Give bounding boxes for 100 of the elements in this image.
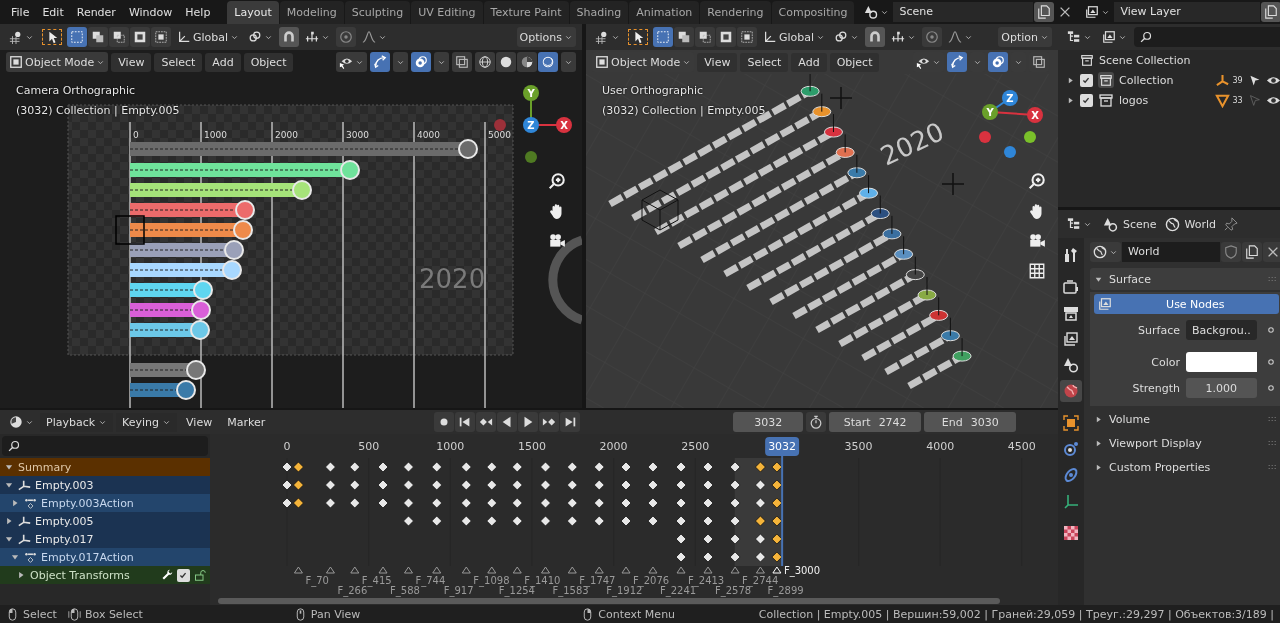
number-field[interactable]: 1.000 <box>1186 378 1257 398</box>
workspace-tab[interactable]: Compositing <box>771 1 855 24</box>
year-label: 2020 <box>875 116 949 172</box>
marker-label[interactable]: F_1583 <box>552 585 589 596</box>
menu-item[interactable]: Select <box>154 52 203 72</box>
frame-number: 2000 <box>599 440 628 453</box>
marker-label[interactable]: F_1098 <box>473 575 510 586</box>
menu-item[interactable]: Render <box>70 2 122 22</box>
panel-header[interactable]: Custom Properties <box>1090 456 1280 478</box>
panel-header[interactable]: Surface <box>1090 268 1280 290</box>
axis-ball[interactable]: X <box>556 117 572 133</box>
marker-label[interactable]: F_1747 <box>579 575 616 586</box>
channel-name: Empty.003 <box>35 478 95 492</box>
workspace-tab[interactable]: Layout <box>227 1 279 24</box>
channel-name: Object Transforms <box>30 568 131 582</box>
marker-label[interactable]: F_2413 <box>688 575 725 586</box>
menu-item[interactable]: Select <box>740 52 789 72</box>
scale-label: 0 <box>133 130 139 140</box>
playhead-indicator[interactable]: 3032 <box>765 437 800 456</box>
marker-label[interactable]: F_2899 <box>767 585 804 596</box>
channel-name: Empty.017 <box>35 532 95 546</box>
marker-label[interactable]: F_588 <box>390 585 420 596</box>
options-dropdown[interactable]: Options <box>516 27 576 47</box>
menu-item[interactable]: Marker <box>221 412 272 432</box>
field-label: Surface <box>1137 323 1180 337</box>
options-dropdown[interactable]: Option <box>998 27 1052 47</box>
axis-ball[interactable]: Z <box>523 117 539 133</box>
menu-item[interactable]: Window <box>122 2 179 22</box>
workspace-tab[interactable]: Sculpting <box>344 1 411 24</box>
workspace-tab[interactable]: Shading <box>569 1 629 24</box>
menu-item[interactable]: Help <box>179 2 217 22</box>
panel-header[interactable]: Viewport Display <box>1090 432 1280 454</box>
channel-row[interactable]: Object Transforms <box>0 566 210 584</box>
context-breadcrumb[interactable]: Scene <box>1103 216 1157 232</box>
collection-name[interactable]: logos <box>1119 93 1211 107</box>
marker-label[interactable]: F_917 <box>443 585 474 596</box>
shader-dropdown[interactable]: Backgrou.. <box>1186 320 1257 340</box>
workspace-tab[interactable]: Rendering <box>700 1 771 24</box>
scene-statistics: Collection | Empty.005 | Вершин:59,002 | Граней:29,059 | Треуг.:29,297 | Объектов:3/189 | <box>758 607 1274 621</box>
menu-item[interactable]: File <box>5 2 36 22</box>
world-name-field[interactable]: World <box>1122 242 1220 262</box>
frame-number: 0 <box>283 440 291 453</box>
marker-label[interactable]: F_2076 <box>633 575 670 586</box>
current-frame-field[interactable]: 3032 <box>733 412 804 432</box>
marker-label[interactable]: F_415 <box>361 575 392 586</box>
channel-row[interactable]: Empty.017 <box>0 530 210 548</box>
marker-label[interactable]: F_1410 <box>524 575 561 586</box>
workspace-tab[interactable]: Texture Paint <box>483 1 569 24</box>
collection-name[interactable]: Scene Collection <box>1099 53 1280 67</box>
marker-label[interactable]: F_1912 <box>606 585 643 596</box>
object-count: 39 <box>1232 75 1243 85</box>
view-layer-name-field[interactable]: View Layer <box>1114 2 1261 22</box>
menu-item[interactable]: Object <box>829 52 880 72</box>
scale-label: 1000 <box>204 130 227 140</box>
marker-label[interactable]: F_744 <box>415 575 446 586</box>
mode-dropdown[interactable]: Object Mode <box>6 52 109 72</box>
marker-label[interactable]: F_2744 <box>742 575 779 586</box>
marker-label[interactable]: F_2578 <box>715 585 752 596</box>
channel-row[interactable]: Empty.017Action <box>0 548 210 566</box>
menu-item[interactable]: Object <box>243 52 294 72</box>
marker-label[interactable]: F_70 <box>305 575 329 586</box>
scale-label: 4000 <box>417 130 440 140</box>
scene-name-field[interactable]: Scene <box>893 2 1034 22</box>
start-frame-field[interactable]: Start 2742 <box>829 412 922 432</box>
workspace-tab[interactable]: UV Editing <box>411 1 483 24</box>
menu-item[interactable]: View <box>697 52 738 72</box>
menu-item[interactable]: Edit <box>36 2 70 22</box>
workspace-tab[interactable]: Modeling <box>279 1 344 24</box>
panel-header[interactable]: Volume <box>1090 408 1280 430</box>
orientation-dropdown[interactable]: Global <box>760 27 829 47</box>
collection-name[interactable]: Collection <box>1119 73 1211 87</box>
view-name: Camera Orthographic <box>16 84 136 97</box>
hint-label: Pan View <box>310 607 361 621</box>
frame-number: 500 <box>358 440 380 453</box>
use-nodes-button[interactable]: Use Nodes <box>1094 294 1279 314</box>
marker-label[interactable]: F_266 <box>337 585 368 596</box>
channel-row[interactable]: Empty.003 <box>0 476 210 494</box>
marker-label[interactable]: F_1254 <box>498 585 535 596</box>
channel-name: Summary <box>18 460 73 474</box>
channel-name: Empty.017Action <box>41 550 135 564</box>
marker-label[interactable]: F_2241 <box>659 585 697 596</box>
context-info: (3032) Collection | Empty.005 <box>602 104 766 117</box>
menu-item[interactable]: Add <box>205 52 241 72</box>
context-breadcrumb[interactable]: World <box>1164 216 1217 232</box>
object-count: 33 <box>1232 95 1243 105</box>
marker-label[interactable]: F_3000 <box>783 565 821 576</box>
field-label: Color <box>1150 355 1180 369</box>
orientation-dropdown[interactable]: Global <box>174 27 243 47</box>
menu-item[interactable]: Add <box>791 52 827 72</box>
field-label: Strength <box>1131 381 1180 395</box>
menu-item[interactable]: View <box>180 412 219 432</box>
channel-row[interactable]: Empty.005 <box>0 512 210 530</box>
workspace-tab[interactable]: Animation <box>629 1 700 24</box>
channel-row[interactable]: Empty.003Action <box>0 494 210 512</box>
end-frame-field[interactable]: End 3030 <box>924 412 1017 432</box>
channel-row[interactable]: Summary <box>0 458 210 476</box>
menu-item[interactable]: View <box>111 52 152 72</box>
axis-ball[interactable]: Z <box>1002 90 1018 106</box>
axis-ball[interactable]: X <box>1027 107 1043 123</box>
context-info: (3032) Collection | Empty.005 <box>16 104 180 117</box>
